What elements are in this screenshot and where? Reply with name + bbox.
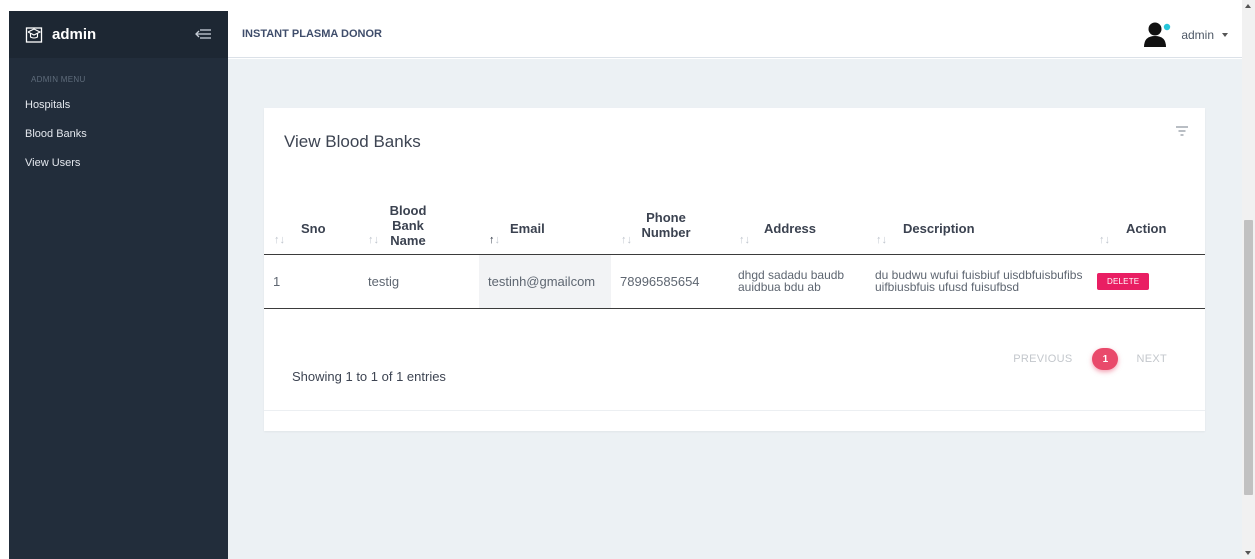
main-content: View Blood Banks ↑↓ Sno ↑↓ Blood Bank Na… [228,59,1242,559]
menu-heading: ADMIN MENU [31,75,86,84]
sort-arrows-icon[interactable]: ↑↓ [274,234,285,246]
sort-arrows-icon[interactable]: ↑↓ [621,234,632,246]
column-label: Description [903,220,975,236]
cell-email: testinh@gmailcom [479,254,611,309]
delete-button[interactable]: DELETE [1097,273,1150,290]
sort-arrows-icon[interactable]: ↑↓ [1099,234,1110,246]
card-footer [264,410,1205,431]
topbar: INSTANT PLASMA DONOR admin [228,11,1242,58]
cell-action: DELETE [1093,254,1205,309]
cell-address: dhgd sadadu baudb auidbua bdu ab [729,254,866,309]
previous-button[interactable]: PREVIOUS [1013,353,1072,365]
sort-arrows-icon[interactable]: ↑↓ [739,234,750,246]
column-header-sno[interactable]: ↑↓ Sno [264,194,350,255]
scroll-up-icon[interactable] [1245,4,1251,8]
cell-name: testig [350,254,479,309]
user-name: admin [1181,28,1214,42]
user-avatar-icon [1143,22,1175,48]
column-header-phone-number[interactable]: ↑↓ Phone Number [611,194,729,255]
app-frame: admin ADMIN MENU Hospitals Blood Banks V… [0,0,1255,559]
scroll-down-icon[interactable] [1245,551,1251,555]
sidebar-item-blood-banks[interactable]: Blood Banks [9,120,228,149]
brand: admin [9,11,228,58]
graduation-cap-icon [25,26,43,44]
column-label: Address [764,220,817,236]
cell-description: du budwu wufui fuisbiuf uisdbfuisbufibs … [866,254,1093,309]
page-title: View Blood Banks [284,132,421,151]
chevron-down-icon [1222,33,1228,37]
scrollbar[interactable] [1242,0,1255,559]
blood-banks-card: View Blood Banks ↑↓ Sno ↑↓ Blood Bank Na… [264,108,1205,431]
column-label: Sno [301,220,326,236]
column-header-description[interactable]: ↑↓ Description [866,194,1093,255]
table-row: 1 testig testinh@gmailcom 78996585654 dh… [264,254,1205,309]
sort-arrows-icon[interactable]: ↑↓ [489,234,500,246]
collapse-menu-icon[interactable] [194,25,212,43]
user-menu[interactable]: admin [1143,22,1228,48]
column-label: Blood Bank Name [389,202,427,248]
column-header-email[interactable]: ↑↓ Email [479,194,611,255]
entries-info: Showing 1 to 1 of 1 entries [292,369,446,384]
sidebar-item-view-users[interactable]: View Users [9,149,228,178]
column-label: Email [510,220,545,236]
sidebar-item-hospitals[interactable]: Hospitals [9,91,228,120]
sort-arrows-icon[interactable]: ↑↓ [368,234,379,246]
brand-name: admin [52,26,97,43]
filter-icon[interactable] [1175,124,1189,136]
column-header-blood-bank-name[interactable]: ↑↓ Blood Bank Name [350,194,479,255]
column-header-action[interactable]: ↑↓ Action [1093,194,1205,255]
table-header-row: ↑↓ Sno ↑↓ Blood Bank Name ↑↓ Email ↑↓ Ph… [264,194,1205,255]
sort-arrows-icon[interactable]: ↑↓ [876,234,887,246]
cell-phone: 78996585654 [611,254,729,309]
column-label: Action [1126,220,1167,236]
page-button-1[interactable]: 1 [1092,348,1119,370]
cell-sno: 1 [264,254,350,309]
blood-banks-table: ↑↓ Sno ↑↓ Blood Bank Name ↑↓ Email ↑↓ Ph… [264,194,1205,309]
next-button[interactable]: NEXT [1136,353,1167,365]
column-label: Phone Number [641,209,691,240]
column-header-address[interactable]: ↑↓ Address [729,194,866,255]
app-title: INSTANT PLASMA DONOR [242,28,382,40]
sidebar-menu: Hospitals Blood Banks View Users [9,91,228,178]
sidebar: admin ADMIN MENU Hospitals Blood Banks V… [9,11,228,559]
scroll-thumb[interactable] [1244,220,1253,495]
pagination: PREVIOUS 1 NEXT [1013,348,1167,370]
